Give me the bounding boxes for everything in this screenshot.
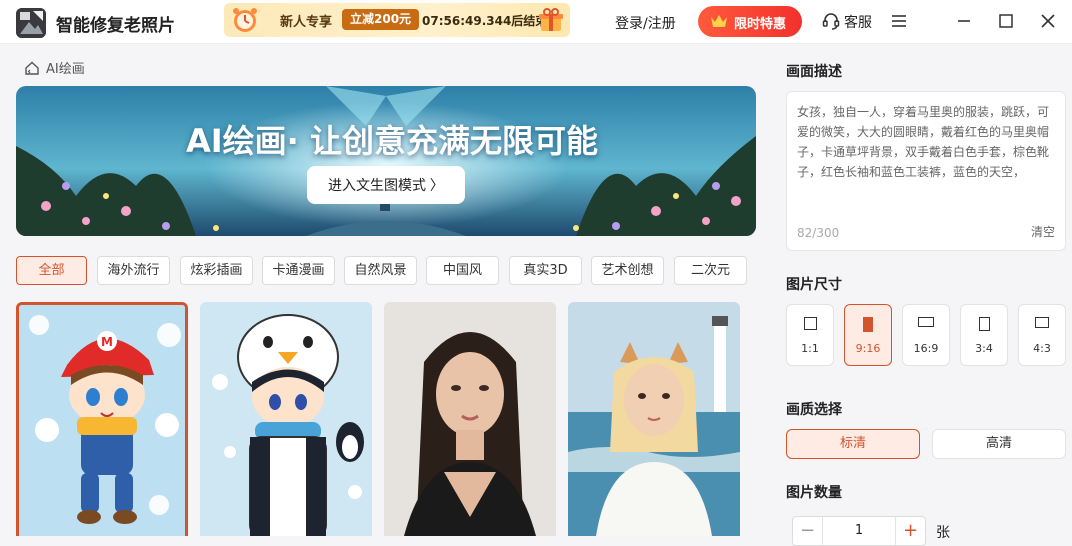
description-char-count: 82/300 (797, 226, 840, 240)
tab-all[interactable]: 全部 (16, 256, 87, 285)
banner-title: AI绘画· 让创意充满无限可能 (186, 122, 598, 160)
image-count-value[interactable]: 1 (823, 517, 895, 545)
tab-illustration[interactable]: 炫彩插画 (180, 256, 253, 285)
gallery-card-penguin-hood-girl[interactable] (200, 302, 372, 536)
portrait-ratio-icon (978, 317, 990, 331)
portrait-woman-image (384, 302, 556, 536)
size-option-4-3[interactable]: 4:3 (1018, 304, 1066, 366)
decrement-button[interactable]: − (793, 517, 823, 545)
limited-offer-button[interactable]: 限时特惠 (698, 6, 802, 37)
description-textarea[interactable]: 女孩，独自一人，穿着马里奥的服装，跳跃，可爱的微笑，大大的圆眼睛，戴着红色的马里… (786, 91, 1066, 251)
title-bar: 智能修复老照片 新人专享 立减200元 07:56:49.344后结束 登录/注… (0, 0, 1072, 44)
count-unit: 张 (936, 525, 950, 541)
menu-icon[interactable] (888, 10, 910, 32)
alarm-clock-icon (233, 8, 257, 32)
tab-real-3d[interactable]: 真实3D (509, 256, 582, 285)
count-title: 图片数量 (786, 485, 842, 501)
description-title: 画面描述 (786, 64, 842, 80)
cat-ear-girl-image (568, 302, 740, 536)
promo-label: 新人专享 (280, 15, 333, 30)
breadcrumb-label: AI绘画 (46, 62, 85, 77)
image-count-stepper: − 1 + (792, 516, 926, 546)
size-option-3-4[interactable]: 3:4 (960, 304, 1008, 366)
tab-art[interactable]: 艺术创想 (591, 256, 664, 285)
size-label: 16:9 (913, 342, 939, 355)
login-register-link[interactable]: 登录/注册 (615, 13, 676, 33)
tab-overseas[interactable]: 海外流行 (97, 256, 170, 285)
newcomer-promo-banner[interactable]: 新人专享 立减200元 07:56:49.344后结束 (224, 3, 570, 37)
gallery-card-realistic-portrait[interactable] (384, 302, 556, 536)
size-label: 1:1 (801, 342, 819, 355)
landscape-ratio-icon (918, 317, 934, 327)
tab-anime[interactable]: 二次元 (674, 256, 747, 285)
maximize-icon[interactable] (995, 10, 1017, 32)
gallery-card-cat-ear-girl[interactable] (568, 302, 740, 536)
settings-panel: 画面描述 女孩，独自一人，穿着马里奥的服装，跳跃，可爱的微笑，大大的圆眼睛，戴着… (772, 44, 1072, 546)
service-label: 客服 (844, 15, 872, 31)
photo-restore-logo (16, 8, 46, 38)
ai-painting-banner: AI绘画· 让创意充满无限可能 进入文生图模式 〉 (16, 86, 756, 236)
size-label: 3:4 (975, 342, 993, 355)
headset-icon (822, 13, 840, 30)
penguin-girl-image (200, 302, 372, 536)
size-option-9-16[interactable]: 9:16 (844, 304, 892, 366)
clear-button[interactable]: 清空 (1031, 223, 1055, 240)
size-option-16-9[interactable]: 16:9 (902, 304, 950, 366)
size-label: 9:16 (855, 342, 881, 355)
promo-discount-badge: 立减200元 (342, 9, 420, 30)
gallery-card-cartoon-mario-girl[interactable]: M (16, 302, 188, 536)
close-icon[interactable] (1037, 10, 1059, 32)
tab-chinese-style[interactable]: 中国风 (426, 256, 499, 285)
size-option-1-1[interactable]: 1:1 (786, 304, 834, 366)
size-title: 图片尺寸 (786, 277, 842, 293)
limited-offer-label: 限时特惠 (734, 17, 787, 32)
square-ratio-icon (803, 317, 817, 330)
home-back-icon (25, 61, 39, 75)
breadcrumb[interactable]: AI绘画 (24, 58, 85, 77)
description-text: 女孩，独自一人，穿着马里奥的服装，跳跃，可爱的微笑，大大的圆眼睛，戴着红色的马里… (797, 105, 1050, 179)
increment-button[interactable]: + (895, 517, 925, 545)
promo-countdown: 07:56:49.344后结束 (422, 14, 548, 28)
customer-service-button[interactable]: 客服 (822, 12, 872, 32)
tab-nature[interactable]: 自然风景 (344, 256, 417, 285)
landscape-ratio-icon (1035, 317, 1049, 328)
quality-standard[interactable]: 标清 (786, 429, 920, 459)
app-title: 智能修复老照片 (56, 16, 175, 36)
tab-cartoon[interactable]: 卡通漫画 (262, 256, 335, 285)
minimize-icon[interactable] (953, 10, 975, 32)
gift-icon (539, 8, 563, 31)
quality-title: 画质选择 (786, 402, 842, 418)
cartoon-girl-image: M (19, 305, 185, 536)
svg-text:M: M (101, 335, 113, 349)
portrait-ratio-icon (863, 317, 873, 332)
crown-icon (711, 15, 727, 27)
text-to-image-button[interactable]: 进入文生图模式 〉 (307, 166, 465, 204)
quality-hd[interactable]: 高清 (932, 429, 1066, 459)
size-label: 4:3 (1033, 342, 1051, 355)
